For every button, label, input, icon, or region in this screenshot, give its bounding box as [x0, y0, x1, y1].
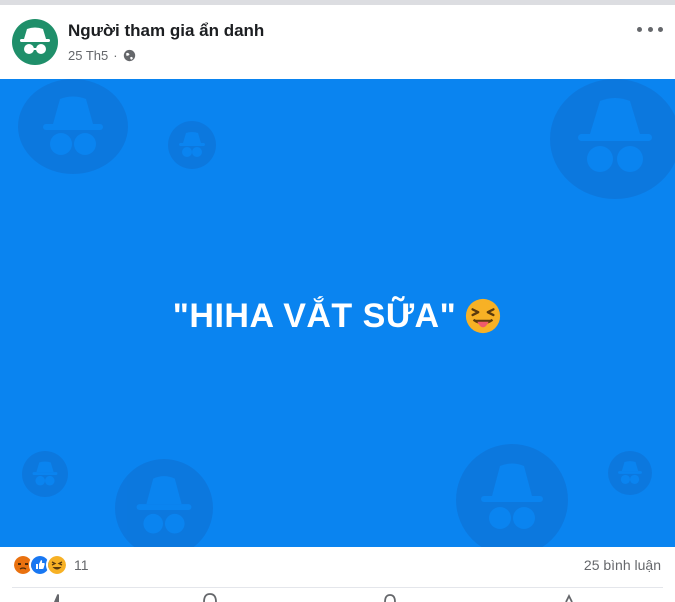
- incognito-background-icon: [608, 451, 652, 495]
- incognito-background-icon: [168, 121, 216, 169]
- reaction-count: 11: [74, 557, 89, 573]
- reaction-summary[interactable]: 11: [12, 554, 89, 576]
- share-action-icon[interactable]: [560, 592, 576, 602]
- haha-reaction-icon: [46, 554, 68, 576]
- more-options-icon: [637, 26, 642, 32]
- incognito-background-icon: [22, 451, 68, 497]
- post-date[interactable]: 25 Th5: [68, 48, 108, 63]
- post-meta: 25 Th5 ·: [68, 47, 136, 63]
- messenger-action-icon[interactable]: [382, 592, 398, 602]
- like-action-icon[interactable]: [50, 592, 66, 602]
- comment-count[interactable]: 25 bình luận: [584, 557, 661, 573]
- incognito-icon: [20, 27, 50, 54]
- avatar[interactable]: [12, 19, 58, 65]
- incognito-background-icon: [18, 79, 128, 174]
- meta-separator: ·: [113, 47, 118, 63]
- author-name[interactable]: Người tham gia ẩn danh: [68, 21, 264, 41]
- post-header: Người tham gia ẩn danh 25 Th5 ·: [0, 5, 675, 79]
- incognito-background-icon: [550, 79, 675, 199]
- incognito-background-icon: [115, 459, 213, 547]
- post-background[interactable]: "HIHA VẮT SỮA": [0, 79, 675, 547]
- squinting-tongue-face-icon: [466, 298, 501, 334]
- post-footer: 11 25 bình luận: [0, 547, 675, 602]
- more-options-button[interactable]: [637, 21, 663, 37]
- incognito-background-icon: [456, 444, 568, 547]
- action-bar-divider: [12, 587, 663, 588]
- globe-icon: [123, 49, 135, 61]
- post-text-content: "HIHA VẮT SỮA": [172, 296, 457, 335]
- post-text: "HIHA VẮT SỮA": [0, 291, 675, 341]
- comment-action-icon[interactable]: [202, 592, 218, 602]
